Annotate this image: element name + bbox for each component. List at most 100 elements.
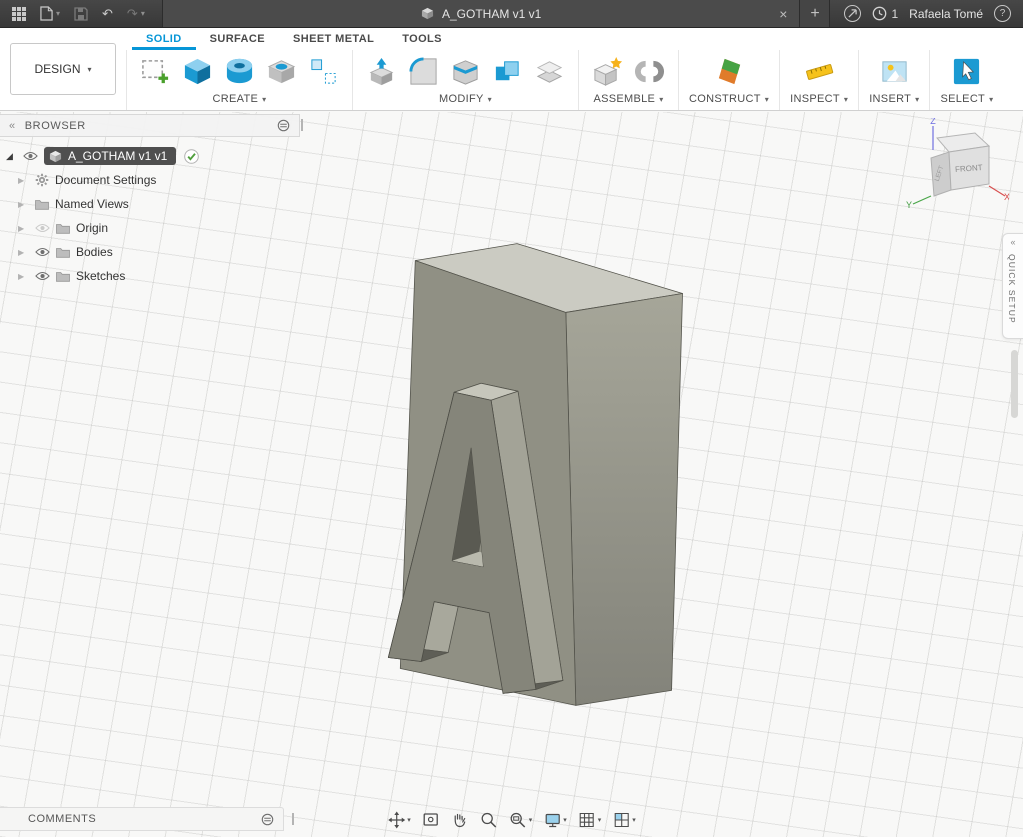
- fit-button[interactable]: ▾: [507, 810, 535, 830]
- browser-options-icon: [277, 119, 290, 132]
- panel-scrollbar[interactable]: [1011, 350, 1018, 418]
- fit-icon: [509, 811, 527, 829]
- app-grid-button[interactable]: [5, 0, 33, 28]
- redo-button[interactable]: ↷ ▾: [120, 0, 152, 28]
- expand-arrow-icon[interactable]: ▶: [18, 176, 29, 185]
- group-construct: CONSTRUCT ▾: [679, 50, 780, 110]
- root-expand-icon[interactable]: ◢: [6, 151, 17, 162]
- browser-item-document-settings[interactable]: ▶ Document Settings: [4, 168, 300, 192]
- redo-icon: ↷: [127, 6, 138, 22]
- item-label: Bodies: [76, 245, 113, 259]
- new-component-button[interactable]: [589, 53, 626, 90]
- browser-resize-handle[interactable]: [301, 119, 303, 131]
- expand-arrow-icon[interactable]: ▶: [18, 272, 29, 281]
- grid-snaps-button[interactable]: ▾: [576, 810, 604, 830]
- measure-button[interactable]: [801, 53, 838, 90]
- eye-off-icon[interactable]: [35, 223, 50, 233]
- joint-button[interactable]: [631, 53, 668, 90]
- undo-icon: ↶: [102, 6, 113, 22]
- display-settings-button[interactable]: ▾: [541, 810, 569, 830]
- pattern-button[interactable]: [305, 53, 342, 90]
- help-button[interactable]: ?: [994, 5, 1011, 22]
- comments-options-button[interactable]: [261, 813, 274, 826]
- tab-solid[interactable]: SOLID: [132, 28, 196, 50]
- insert-canvas-button[interactable]: [876, 53, 913, 90]
- construction-plane-button[interactable]: [711, 53, 748, 90]
- create-sketch-button[interactable]: [137, 53, 174, 90]
- eye-icon[interactable]: [35, 247, 50, 257]
- workspace-selector[interactable]: DESIGN ▾: [10, 43, 116, 95]
- eye-icon[interactable]: [23, 151, 38, 161]
- pan-button[interactable]: [449, 810, 471, 830]
- root-component-label: A_GOTHAM v1 v1: [68, 149, 167, 163]
- expand-arrow-icon[interactable]: ▶: [18, 200, 29, 209]
- offset-face-button[interactable]: [531, 53, 568, 90]
- group-insert-menu[interactable]: INSERT ▾: [869, 92, 919, 110]
- model-body[interactable]: [388, 244, 682, 706]
- item-label: Document Settings: [55, 173, 156, 187]
- ribbon-tabs: SOLID SURFACE SHEET METAL TOOLS: [132, 28, 456, 50]
- viewport-canvas[interactable]: « BROWSER ◢ A_GOTHAM v1 v1 ▶: [0, 112, 1023, 837]
- viewports-button[interactable]: ▾: [610, 810, 638, 830]
- viewcube[interactable]: Z Y X FRONT LEFT: [905, 118, 1009, 226]
- extrude-button[interactable]: [179, 53, 216, 90]
- file-menu-button[interactable]: ▾: [33, 0, 67, 28]
- group-modify-menu[interactable]: MODIFY ▾: [439, 92, 492, 110]
- select-caret-icon: ▾: [989, 95, 993, 104]
- undo-button[interactable]: ↶: [95, 0, 120, 28]
- axis-y-label: Y: [906, 200, 912, 210]
- titlebar-left-controls: ▾ ↶ ↷ ▾: [0, 0, 152, 27]
- select-button[interactable]: [948, 53, 985, 90]
- save-button[interactable]: [67, 0, 95, 28]
- axis-x-label: X: [1004, 192, 1009, 202]
- fillet-button[interactable]: [405, 53, 442, 90]
- browser-item-named-views[interactable]: ▶ Named Views: [4, 192, 300, 216]
- document-tab[interactable]: A_GOTHAM v1 v1 ×: [162, 0, 801, 27]
- axis-x-line: [989, 186, 1005, 196]
- browser-item-bodies[interactable]: ▶ Bodies: [4, 240, 300, 264]
- browser-item-origin[interactable]: ▶ Origin: [4, 216, 300, 240]
- offset-face-icon: [534, 56, 565, 87]
- browser-item-sketches[interactable]: ▶ Sketches: [4, 264, 300, 288]
- press-pull-button[interactable]: [363, 53, 400, 90]
- combine-button[interactable]: [489, 53, 526, 90]
- comments-resize-handle[interactable]: [292, 813, 294, 825]
- select-icon: [951, 56, 982, 87]
- extensions-button[interactable]: [844, 5, 861, 22]
- root-component[interactable]: A_GOTHAM v1 v1: [44, 147, 176, 165]
- joint-icon: [634, 56, 665, 87]
- browser-options-button[interactable]: [277, 119, 290, 132]
- folder-icon: [35, 199, 49, 210]
- fillet-icon: [408, 56, 439, 87]
- file-menu-caret-icon: ▾: [56, 9, 60, 18]
- comments-bar[interactable]: COMMENTS: [0, 807, 284, 831]
- group-assemble-menu[interactable]: ASSEMBLE ▾: [593, 92, 663, 110]
- expand-arrow-icon[interactable]: ▶: [18, 248, 29, 257]
- revolve-button[interactable]: [221, 53, 258, 90]
- shell-button[interactable]: [447, 53, 484, 90]
- hole-button[interactable]: [263, 53, 300, 90]
- pattern-icon: [308, 56, 339, 87]
- look-at-button[interactable]: [420, 810, 442, 830]
- clock-icon: [872, 6, 887, 21]
- browser-root-row[interactable]: ◢ A_GOTHAM v1 v1: [4, 144, 300, 168]
- job-status-button[interactable]: 1: [872, 6, 898, 21]
- quick-setup-collapse-icon[interactable]: «: [1010, 237, 1015, 247]
- group-inspect-menu[interactable]: INSPECT ▾: [790, 92, 848, 110]
- group-select-menu[interactable]: SELECT ▾: [940, 92, 993, 110]
- new-tab-button[interactable]: +: [800, 0, 830, 27]
- quick-setup-tab[interactable]: « QUICK SETUP: [1002, 233, 1023, 339]
- collapse-browser-icon[interactable]: «: [9, 120, 16, 132]
- tab-surface[interactable]: SURFACE: [196, 28, 279, 50]
- orbit-button[interactable]: ▾: [385, 810, 413, 830]
- group-construct-menu[interactable]: CONSTRUCT ▾: [689, 92, 769, 110]
- quick-setup-label: QUICK SETUP: [1007, 254, 1017, 324]
- group-create-menu[interactable]: CREATE ▾: [213, 92, 267, 110]
- browser-tree: ◢ A_GOTHAM v1 v1 ▶ Document Settings ▶ N…: [0, 137, 300, 288]
- eye-icon[interactable]: [35, 271, 50, 281]
- close-tab-icon[interactable]: ×: [779, 6, 787, 22]
- expand-arrow-icon[interactable]: ▶: [18, 224, 29, 233]
- tab-sheet-metal[interactable]: SHEET METAL: [279, 28, 388, 50]
- zoom-button[interactable]: [478, 810, 500, 830]
- tab-tools[interactable]: TOOLS: [388, 28, 456, 50]
